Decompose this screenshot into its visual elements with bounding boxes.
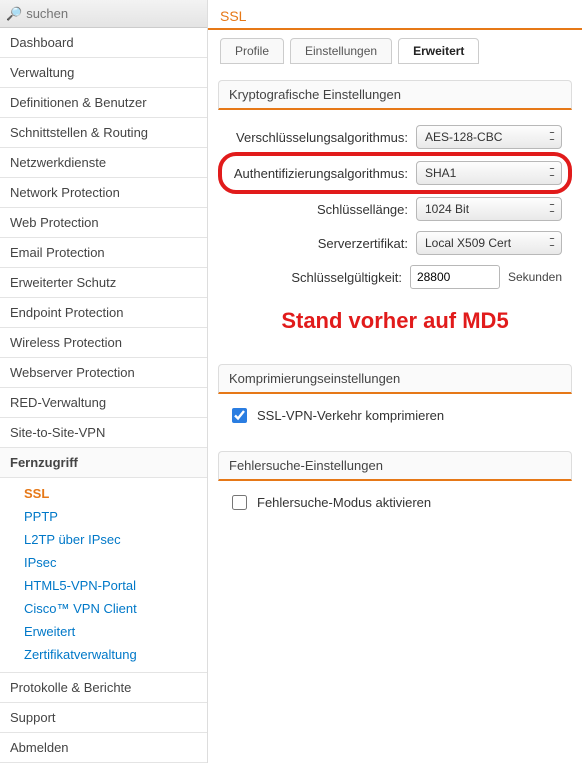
cert-label: Serverzertifikat:	[318, 236, 408, 251]
row-cert: Serverzertifikat: Local X509 Cert	[222, 226, 568, 260]
encryption-label: Verschlüsselungsalgorithmus:	[236, 130, 408, 145]
section-compress-heading: Komprimierungseinstellungen	[218, 364, 572, 394]
nav-red-verwaltung[interactable]: RED-Verwaltung	[0, 388, 207, 418]
nav-verwaltung[interactable]: Verwaltung	[0, 58, 207, 88]
keysize-label: Schlüssellänge:	[317, 202, 408, 217]
page-title: SSL	[208, 0, 582, 28]
tab-erweitert[interactable]: Erweitert	[398, 38, 479, 64]
sidebar: 🔎 Dashboard Verwaltung Definitionen & Be…	[0, 0, 208, 763]
nav-endpoint-protection[interactable]: Endpoint Protection	[0, 298, 207, 328]
nav-netzwerkdienste[interactable]: Netzwerkdienste	[0, 148, 207, 178]
tabs: Profile Einstellungen Erweitert	[208, 38, 582, 74]
section-compress: Komprimierungseinstellungen SSL-VPN-Verk…	[218, 364, 572, 437]
encryption-select[interactable]: AES-128-CBC	[416, 125, 562, 149]
row-compress: SSL-VPN-Verkehr komprimieren	[222, 404, 568, 427]
row-encryption: Verschlüsselungsalgorithmus: AES-128-CBC	[222, 120, 568, 154]
compress-label: SSL-VPN-Verkehr komprimieren	[257, 408, 444, 423]
nav-main: Dashboard Verwaltung Definitionen & Benu…	[0, 28, 207, 763]
title-divider	[208, 28, 582, 30]
sub-erweitert[interactable]: Erweitert	[0, 620, 207, 643]
row-ttl: Schlüsselgültigkeit: Sekunden	[222, 260, 568, 294]
sub-cisco-vpn[interactable]: Cisco™ VPN Client	[0, 597, 207, 620]
nav-schnittstellen[interactable]: Schnittstellen & Routing	[0, 118, 207, 148]
section-debug: Fehlersuche-Einstellungen Fehlersuche-Mo…	[218, 451, 572, 524]
tab-profile[interactable]: Profile	[220, 38, 284, 64]
nav-fernzugriff[interactable]: Fernzugriff	[0, 448, 207, 478]
auth-label: Authentifizierungsalgorithmus:	[234, 166, 408, 181]
row-auth: Authentifizierungsalgorithmus: SHA1	[222, 156, 568, 190]
debug-label: Fehlersuche-Modus aktivieren	[257, 495, 431, 510]
sub-pptp[interactable]: PPTP	[0, 505, 207, 528]
nav-network-protection[interactable]: Network Protection	[0, 178, 207, 208]
sub-zertifikatverwaltung[interactable]: Zertifikatverwaltung	[0, 643, 207, 666]
ttl-label: Schlüsselgültigkeit:	[291, 270, 402, 285]
sub-html5-vpn[interactable]: HTML5-VPN-Portal	[0, 574, 207, 597]
nav-site-to-site-vpn[interactable]: Site-to-Site-VPN	[0, 418, 207, 448]
search-input[interactable]	[26, 6, 166, 21]
nav-support[interactable]: Support	[0, 703, 207, 733]
section-debug-heading: Fehlersuche-Einstellungen	[218, 451, 572, 481]
sub-l2tp[interactable]: L2TP über IPsec	[0, 528, 207, 551]
row-debug: Fehlersuche-Modus aktivieren	[222, 491, 568, 514]
search-bar: 🔎	[0, 0, 207, 28]
search-icon: 🔎	[6, 6, 22, 22]
ttl-input[interactable]	[410, 265, 500, 289]
compress-checkbox[interactable]	[232, 408, 247, 423]
nav-wireless-protection[interactable]: Wireless Protection	[0, 328, 207, 358]
annotation-text: Stand vorher auf MD5	[222, 294, 568, 340]
nav-email-protection[interactable]: Email Protection	[0, 238, 207, 268]
main-content: SSL Profile Einstellungen Erweitert Kryp…	[208, 0, 582, 763]
section-crypto: Kryptografische Einstellungen Verschlüss…	[218, 80, 572, 350]
row-keysize: Schlüssellänge: 1024 Bit	[222, 192, 568, 226]
nav-webserver-protection[interactable]: Webserver Protection	[0, 358, 207, 388]
sub-ipsec[interactable]: IPsec	[0, 551, 207, 574]
keysize-select[interactable]: 1024 Bit	[416, 197, 562, 221]
sub-ssl[interactable]: SSL	[0, 482, 207, 505]
section-crypto-heading: Kryptografische Einstellungen	[218, 80, 572, 110]
nav-web-protection[interactable]: Web Protection	[0, 208, 207, 238]
nav-dashboard[interactable]: Dashboard	[0, 28, 207, 58]
ttl-unit: Sekunden	[508, 270, 562, 284]
nav-definitionen[interactable]: Definitionen & Benutzer	[0, 88, 207, 118]
nav-protokolle[interactable]: Protokolle & Berichte	[0, 673, 207, 703]
tab-einstellungen[interactable]: Einstellungen	[290, 38, 392, 64]
debug-checkbox[interactable]	[232, 495, 247, 510]
cert-select[interactable]: Local X509 Cert	[416, 231, 562, 255]
nav-abmelden[interactable]: Abmelden	[0, 733, 207, 763]
auth-select[interactable]: SHA1	[416, 161, 562, 185]
annotation-highlight: Authentifizierungsalgorithmus: SHA1	[218, 152, 572, 194]
nav-erweiterter-schutz[interactable]: Erweiterter Schutz	[0, 268, 207, 298]
nav-fernzugriff-sub: SSL PPTP L2TP über IPsec IPsec HTML5-VPN…	[0, 478, 207, 673]
